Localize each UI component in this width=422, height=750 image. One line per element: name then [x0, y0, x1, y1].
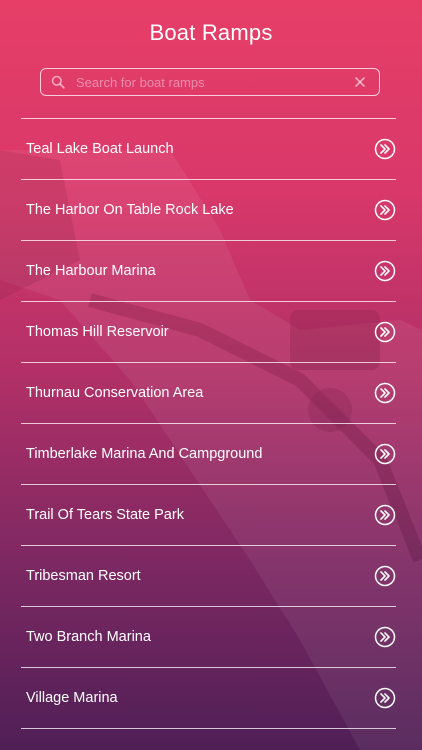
boat-ramp-list: Teal Lake Boat Launch The Harbor On Tabl… [21, 118, 396, 729]
list-item-label: The Harbour Marina [26, 263, 156, 279]
list-item-label: Trail Of Tears State Park [26, 507, 184, 523]
close-icon[interactable] [351, 73, 369, 91]
list-item[interactable]: Tribesman Resort [21, 546, 396, 607]
list-item[interactable]: Teal Lake Boat Launch [21, 119, 396, 180]
list-item-label: Teal Lake Boat Launch [26, 141, 174, 157]
list-item-label: Timberlake Marina And Campground [26, 446, 263, 462]
page-title: Boat Ramps [149, 20, 273, 45]
double-chevron-right-icon[interactable] [374, 504, 396, 526]
app-screen: Boat Ramps Teal Lake Boat Launch The Har… [0, 0, 422, 750]
list-item-label: The Harbor On Table Rock Lake [26, 202, 234, 218]
list-item[interactable]: Thurnau Conservation Area [21, 363, 396, 424]
list-item-label: Thurnau Conservation Area [26, 385, 204, 401]
search-icon [50, 74, 66, 90]
list-item[interactable]: Trail Of Tears State Park [21, 485, 396, 546]
list-item[interactable]: Village Marina [21, 668, 396, 729]
double-chevron-right-icon[interactable] [374, 565, 396, 587]
double-chevron-right-icon[interactable] [374, 382, 396, 404]
list-item[interactable]: The Harbor On Table Rock Lake [21, 180, 396, 241]
list-item-label: Thomas Hill Reservoir [26, 324, 169, 340]
search-input[interactable] [76, 71, 351, 93]
list-item-label: Village Marina [26, 690, 118, 706]
list-item-label: Tribesman Resort [26, 568, 141, 584]
double-chevron-right-icon[interactable] [374, 626, 396, 648]
double-chevron-right-icon[interactable] [374, 199, 396, 221]
double-chevron-right-icon[interactable] [374, 260, 396, 282]
double-chevron-right-icon[interactable] [374, 138, 396, 160]
search-bar[interactable] [40, 68, 380, 96]
double-chevron-right-icon[interactable] [374, 687, 396, 709]
list-item[interactable]: Thomas Hill Reservoir [21, 302, 396, 363]
double-chevron-right-icon[interactable] [374, 321, 396, 343]
list-item[interactable]: The Harbour Marina [21, 241, 396, 302]
list-item-label: Two Branch Marina [26, 629, 151, 645]
double-chevron-right-icon[interactable] [374, 443, 396, 465]
list-item[interactable]: Timberlake Marina And Campground [21, 424, 396, 485]
list-item[interactable]: Two Branch Marina [21, 607, 396, 668]
